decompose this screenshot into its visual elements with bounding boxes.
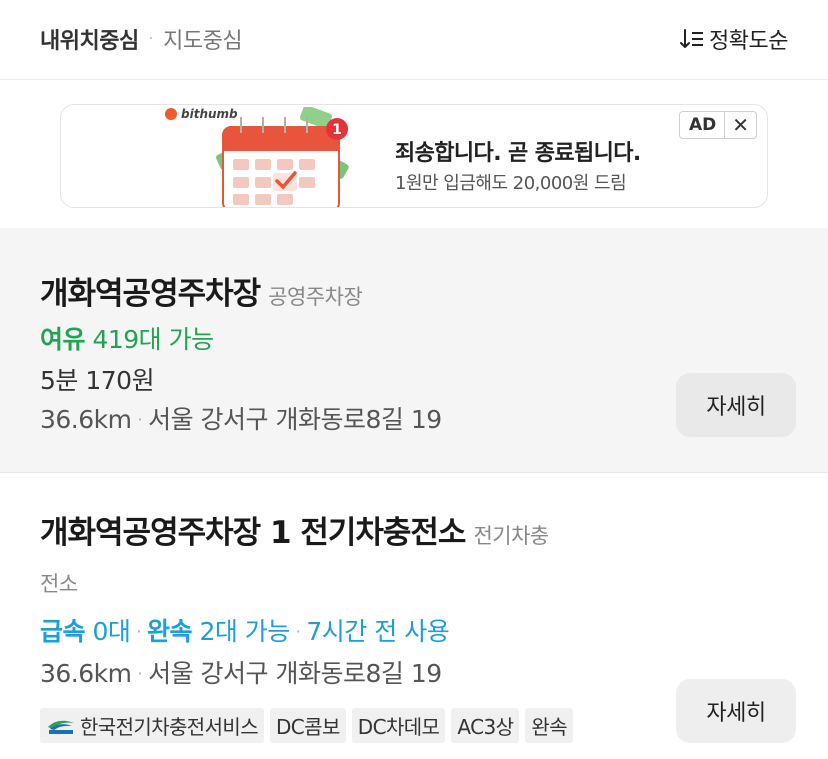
distance: 36.6km <box>40 659 132 688</box>
ad-subtitle: 1원만 입금해도 20,000원 드림 <box>395 173 627 194</box>
place-name: 개화역공영주차장 <box>40 276 261 312</box>
detail-button[interactable]: 자세히 <box>676 679 796 743</box>
center-mode-tabs: 내위치중심 · 지도중심 <box>40 23 243 55</box>
slow-charge-count: 2대 가능 <box>199 617 290 646</box>
close-icon[interactable]: ✕ <box>725 112 756 138</box>
place-category-part2: 전소 <box>40 572 78 596</box>
brand-dot-icon <box>165 108 177 120</box>
tab-map-center[interactable]: 지도중심 <box>163 23 242 55</box>
availability-status: 여유 <box>40 325 86 354</box>
place-name: 개화역공영주차장 1 전기차충전소 <box>40 515 466 551</box>
address: 서울 강서구 개화동로8길 19 <box>148 659 442 688</box>
separator-dot: · <box>295 622 301 641</box>
fast-charge-label: 급속 <box>40 617 86 646</box>
place-category: 공영주차장 <box>268 285 363 309</box>
distance: 36.6km <box>40 405 132 434</box>
calendar-icon: 1 <box>216 107 349 207</box>
kevcs-logo-icon <box>48 720 74 734</box>
address: 서울 강서구 개화동로8길 19 <box>148 405 442 434</box>
ad-section: bithumb 1 죄송합니다. 곧 종료됩니다. 1원만 입금해도 20,00… <box>0 81 828 228</box>
tag-slow: 완속 <box>525 708 573 743</box>
tag-provider: 한국전기차충전서비스 <box>40 708 264 743</box>
tag-ac3: AC3상 <box>451 708 520 743</box>
result-item-parking[interactable]: 개화역공영주차장 공영주차장 여유 419대 가능 5분 170원 36.6km ·… <box>0 228 828 473</box>
result-title: 개화역공영주차장 공영주차장 <box>40 268 363 313</box>
slow-charge-label: 완속 <box>146 617 193 646</box>
location-line: 36.6km · 서울 강서구 개화동로8길 19 <box>40 654 442 690</box>
ad-banner[interactable]: bithumb 1 죄송합니다. 곧 종료됩니다. 1원만 입금해도 20,00… <box>60 104 768 208</box>
sort-button[interactable]: 정확도순 <box>679 23 788 55</box>
separator-dot: · <box>137 664 143 683</box>
charger-tags: 한국전기차충전서비스 DC콤보 DC차데모 AC3상 완속 <box>40 708 573 743</box>
location-line: 36.6km · 서울 강서구 개화동로8길 19 <box>40 400 442 436</box>
availability-line: 여유 419대 가능 <box>40 320 214 356</box>
charger-status-line: 급속 0대 · 완속 2대 가능 · 7시간 전 사용 <box>40 612 450 648</box>
result-title: 개화역공영주차장 1 전기차충전소 전기차충 <box>40 512 680 557</box>
sort-label: 정확도순 <box>709 29 788 54</box>
top-bar: 내위치중심 · 지도중심 정확도순 <box>0 0 828 80</box>
parking-fee: 5분 170원 <box>40 366 155 395</box>
last-used: 7시간 전 사용 <box>306 617 450 646</box>
place-category-part1: 전기차충 <box>473 524 549 548</box>
result-item-ev-charger[interactable]: 개화역공영주차장 1 전기차충전소 전기차충 전소 급속 0대 · 완속 2대 가능 ·… <box>0 474 828 759</box>
tag-dc-combo: DC콤보 <box>270 708 346 743</box>
tab-separator: · <box>148 31 154 47</box>
ad-badge: AD ✕ <box>678 111 757 139</box>
ad-notification-badge: 1 <box>332 122 342 138</box>
sort-icon <box>680 29 704 48</box>
separator-dot: · <box>137 410 143 429</box>
ad-title: 죄송합니다. 곧 종료됩니다. <box>395 141 641 166</box>
separator-dot: · <box>136 622 141 641</box>
availability-detail: 419대 가능 <box>92 325 214 354</box>
fast-charge-count: 0대 <box>92 617 131 646</box>
tab-my-location[interactable]: 내위치중심 <box>40 23 139 55</box>
detail-button[interactable]: 자세히 <box>676 373 796 437</box>
ad-label: AD <box>680 112 726 138</box>
tag-dc-chademo: DC차데모 <box>351 708 446 743</box>
